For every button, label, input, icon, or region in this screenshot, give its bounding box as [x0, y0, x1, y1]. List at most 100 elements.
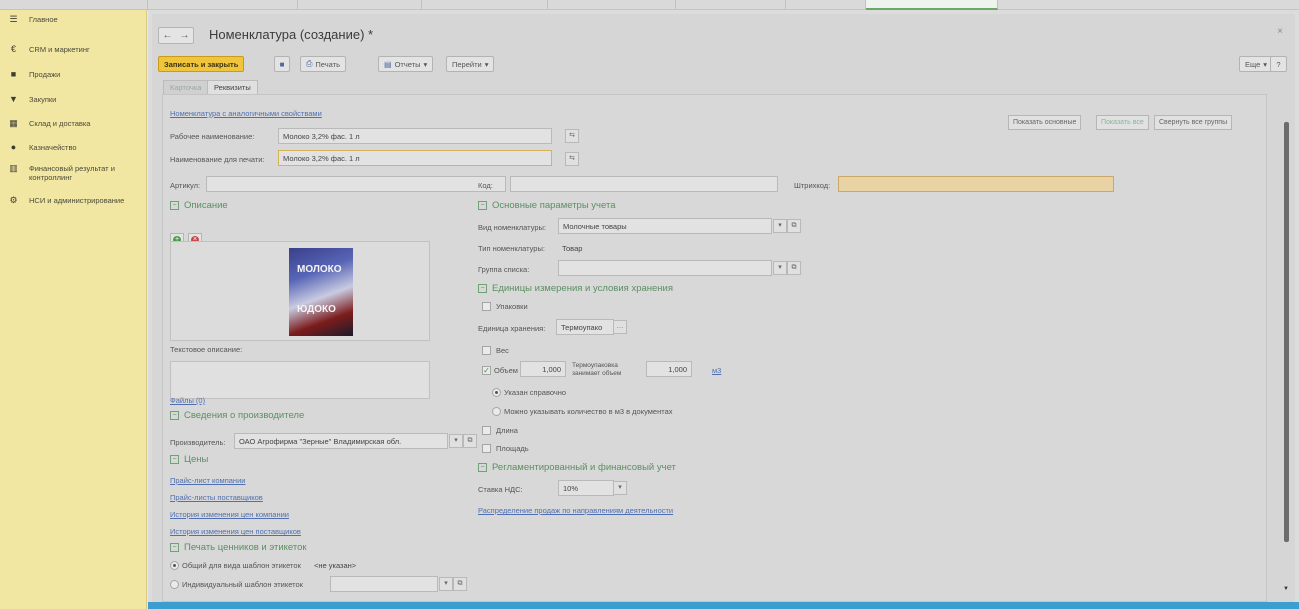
kind-label: Вид номенклатуры:	[478, 223, 547, 232]
open-icon[interactable]: ⧉	[453, 577, 467, 591]
window-tab[interactable]	[0, 0, 148, 10]
back-arrow-icon[interactable]: ←	[163, 30, 173, 41]
more-label: Еще	[1245, 59, 1261, 69]
translate-icon[interactable]: ⇆	[565, 129, 579, 143]
volume-reference-radio[interactable]	[492, 388, 501, 397]
description-section-header[interactable]: − Описание	[170, 200, 228, 211]
individual-template-input[interactable]	[330, 576, 438, 592]
manufacturer-section-header[interactable]: − Сведения о производителе	[170, 410, 304, 421]
regulated-section-header[interactable]: − Регламентированный и финансовый учет	[478, 462, 676, 473]
print-name-input[interactable]: Молоко 3,2% фас. 1 л	[278, 150, 552, 166]
sidebar-item-crm[interactable]: € CRM и маркетинг	[8, 44, 90, 55]
price-list-link[interactable]: Прайс-лист компании	[170, 476, 245, 485]
area-checkbox[interactable]	[482, 444, 491, 453]
length-checkbox[interactable]	[482, 426, 491, 435]
save-close-button[interactable]: Записать и закрыть	[158, 56, 245, 72]
cash-icon: ●	[10, 142, 17, 152]
individual-template-radio[interactable]	[170, 580, 179, 589]
list-group-input[interactable]	[558, 260, 772, 276]
work-name-input[interactable]: Молоко 3,2% фас. 1 л	[278, 128, 552, 144]
goto-button[interactable]: Перейти ▾	[446, 56, 495, 72]
chevron-down-icon[interactable]: ▾	[773, 261, 787, 275]
sidebar-item-finance[interactable]: ▥ Финансовый результат и контроллинг	[8, 164, 140, 183]
vat-input[interactable]: 10%	[558, 480, 614, 496]
supplier-prices-link[interactable]: Прайс-листы поставщиков	[170, 493, 263, 502]
more-dots-icon[interactable]: …	[613, 320, 627, 334]
open-icon[interactable]: ⧉	[787, 219, 801, 233]
open-icon[interactable]: ⧉	[463, 434, 477, 448]
sidebar-item-label: Казначейство	[29, 143, 77, 152]
translate-icon[interactable]: ⇆	[565, 152, 579, 166]
sidebar-item-main[interactable]: ☰ Главное	[8, 15, 58, 25]
description-section-title: Описание	[184, 200, 228, 211]
chevron-down-icon[interactable]: ▾	[613, 481, 627, 495]
sidebar-item-label: Закупки	[29, 95, 57, 104]
prices-section-header[interactable]: − Цены	[170, 454, 208, 465]
crm-icon: €	[10, 44, 16, 54]
sidebar-item-label: Финансовый результат и контроллинг	[29, 164, 115, 182]
window-tab[interactable]	[298, 0, 422, 10]
sidebar-item-warehouse[interactable]: ▦ Склад и доставка	[8, 119, 90, 129]
thermo-volume-input[interactable]: 1,000	[646, 361, 692, 377]
barcode-input[interactable]	[838, 176, 1114, 192]
supplier-price-history-link[interactable]: История изменения цен поставщиков	[170, 527, 301, 536]
window-tab[interactable]	[148, 0, 298, 10]
volume-unit-link[interactable]: м3	[712, 366, 721, 375]
image-box: МОЛОКО ЮДОКО	[170, 241, 430, 341]
chevron-down-icon: ▾	[484, 59, 489, 69]
sidebar-item-sales[interactable]: ■ Продажи	[8, 70, 61, 80]
sidebar-item-label: Главное	[29, 15, 58, 24]
window-tab[interactable]	[676, 0, 786, 10]
volume-input[interactable]: 1,000	[520, 361, 566, 377]
window-tab[interactable]	[422, 0, 548, 10]
chevron-down-icon[interactable]: ▾	[449, 434, 463, 448]
print-button[interactable]: ⎙ Печать	[300, 56, 346, 72]
close-icon[interactable]: ×	[1277, 26, 1283, 37]
price-history-link[interactable]: История изменения цен компании	[170, 510, 289, 519]
scroll-down-icon[interactable]: ▼	[1283, 586, 1289, 592]
general-template-radio[interactable]	[170, 561, 179, 570]
reports-button[interactable]: ▤ Отчеты ▾	[378, 56, 434, 72]
manufacturer-input[interactable]: ОАО Агрофирма "Зерные" Владимирская обл.	[234, 433, 448, 449]
chevron-down-icon: ▾	[423, 59, 428, 69]
regulated-section-title: Регламентированный и финансовый учет	[492, 462, 676, 473]
window-tab[interactable]	[548, 0, 676, 10]
tab-requisites[interactable]: Реквизиты	[207, 80, 258, 94]
packages-checkbox[interactable]	[482, 302, 491, 311]
sales-distribution-link[interactable]: Распределение продаж по направлениям дея…	[478, 506, 673, 515]
sidebar-item-admin[interactable]: ⚙ НСИ и администрирование	[8, 196, 130, 206]
more-button[interactable]: Еще ▾	[1239, 56, 1274, 72]
chevron-down-icon[interactable]: ▾	[773, 219, 787, 233]
labels-section-header[interactable]: − Печать ценников и этикеток	[170, 542, 307, 553]
window-tab-active[interactable]	[866, 0, 998, 10]
storage-unit-input[interactable]: Термоупако	[556, 319, 614, 335]
forward-arrow-icon[interactable]: →	[180, 30, 190, 41]
files-link[interactable]: Файлы (0)	[170, 396, 205, 405]
show-all-button[interactable]: Показать все	[1096, 115, 1149, 130]
show-main-button[interactable]: Показать основные	[1008, 115, 1082, 130]
tab-cards[interactable]: Карточка	[163, 80, 209, 94]
collapse-all-button[interactable]: Свернуть все группы	[1154, 115, 1233, 130]
open-icon[interactable]: ⧉	[787, 261, 801, 275]
sidebar-item-treasury[interactable]: ● Казначейство	[8, 142, 77, 153]
units-section-header[interactable]: − Единицы измерения и условия хранения	[478, 283, 673, 294]
volume-checkbox[interactable]: ✓	[482, 366, 491, 375]
kind-input[interactable]: Молочные товары	[558, 218, 772, 234]
manufacturer-section-title: Сведения о производителе	[184, 410, 305, 421]
scrollbar-thumb[interactable]	[1284, 122, 1289, 542]
weight-checkbox[interactable]	[482, 346, 491, 355]
vertical-scrollbar[interactable]	[1282, 100, 1291, 590]
volume-documents-radio[interactable]	[492, 407, 501, 416]
analog-properties-link[interactable]: Номенклатура с аналогичными свойствами	[170, 109, 322, 118]
sidebar-item-purchases[interactable]: ▼ Закупки	[8, 95, 57, 105]
save-button[interactable]: ■	[274, 56, 290, 72]
text-description-field[interactable]	[170, 361, 430, 399]
window-tab[interactable]	[786, 0, 866, 10]
storage-unit-label: Единица хранения:	[478, 324, 546, 333]
article-input[interactable]	[206, 176, 506, 192]
help-button[interactable]: ?	[1270, 56, 1287, 72]
product-photo: МОЛОКО ЮДОКО	[289, 248, 353, 336]
chevron-down-icon[interactable]: ▾	[439, 577, 453, 591]
accounting-section-header[interactable]: − Основные параметры учета	[478, 200, 616, 211]
code-input[interactable]	[510, 176, 778, 192]
